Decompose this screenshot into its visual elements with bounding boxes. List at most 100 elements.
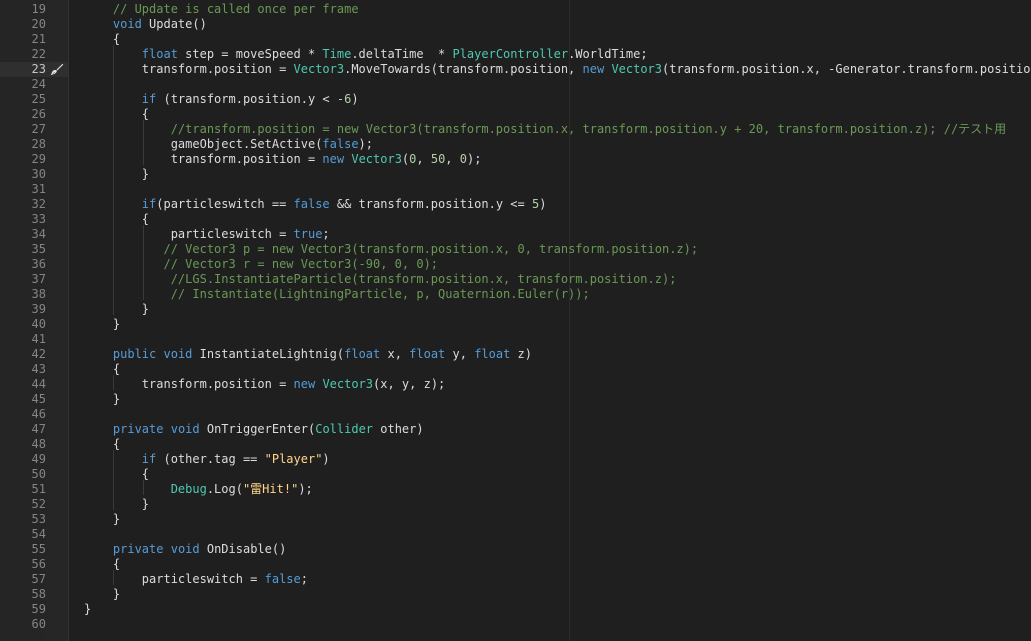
code-line[interactable]: 27 //transform.position = new Vector3(tr… xyxy=(0,122,1031,137)
code-line[interactable]: 40 } xyxy=(0,317,1031,332)
code-line[interactable]: 29 transform.position = new Vector3(0, 5… xyxy=(0,152,1031,167)
line-number: 52 xyxy=(31,497,46,511)
code-line[interactable]: 56 { xyxy=(0,557,1031,572)
code-line[interactable]: 21 { xyxy=(0,32,1031,47)
code-line[interactable]: 32 if(particleswitch == false && transfo… xyxy=(0,197,1031,212)
line-number: 43 xyxy=(31,362,46,376)
line-code: private void OnDisable() xyxy=(84,542,286,557)
line-number: 56 xyxy=(31,557,46,571)
line-code: } xyxy=(84,317,120,332)
line-code: //transform.position = new Vector3(trans… xyxy=(84,122,1006,137)
code-line[interactable]: 58 } xyxy=(0,587,1031,602)
code-line[interactable]: 24 xyxy=(0,77,1031,92)
code-token: , xyxy=(416,152,431,166)
code-line[interactable]: 23 transform.position = Vector3.MoveTowa… xyxy=(0,62,1031,77)
code-token: (transform.position.x, -Generator.transf… xyxy=(662,62,1031,76)
line-code: } xyxy=(84,302,149,317)
code-line[interactable]: 55 private void OnDisable() xyxy=(0,542,1031,557)
line-number: 34 xyxy=(31,227,46,241)
code-line[interactable]: 45 } xyxy=(0,392,1031,407)
code-line[interactable]: 48 { xyxy=(0,437,1031,452)
line-number: 50 xyxy=(31,467,46,481)
code-token: , xyxy=(445,152,460,166)
code-token: void xyxy=(112,17,142,31)
code-line[interactable]: 43 { xyxy=(0,362,1031,377)
code-token: ) xyxy=(351,92,359,106)
code-token: } xyxy=(84,602,92,616)
code-line[interactable]: 35 // Vector3 p = new Vector3(transform.… xyxy=(0,242,1031,257)
line-number: 48 xyxy=(31,437,46,451)
code-line[interactable]: 22 float step = moveSpeed * Time.deltaTi… xyxy=(0,47,1031,62)
code-line[interactable]: 51 Debug.Log("雷Hit!"); xyxy=(0,482,1031,497)
line-code: // Instantiate(LightningParticle, p, Qua… xyxy=(84,287,590,302)
code-token: { xyxy=(84,362,121,376)
code-line[interactable]: 52 } xyxy=(0,497,1031,512)
code-token: new xyxy=(582,62,605,76)
code-line[interactable]: 26 { xyxy=(0,107,1031,122)
code-token: -6 xyxy=(336,92,352,106)
line-number: 37 xyxy=(31,272,46,286)
code-line[interactable]: 41 xyxy=(0,332,1031,347)
line-number: 41 xyxy=(31,332,46,346)
code-line[interactable]: 50 { xyxy=(0,467,1031,482)
code-token: if xyxy=(141,197,157,211)
code-token: ; xyxy=(322,227,330,241)
code-line[interactable]: 60 xyxy=(0,617,1031,632)
code-line[interactable]: 37 //LGS.InstantiateParticle(transform.p… xyxy=(0,272,1031,287)
code-editor[interactable]: 19 // Update is called once per frame 20 … xyxy=(0,0,1031,641)
code-line[interactable]: 59} xyxy=(0,602,1031,617)
code-line[interactable]: 47 private void OnTriggerEnter(Collider … xyxy=(0,422,1031,437)
code-token: ; xyxy=(300,572,308,586)
line-code: if (transform.position.y < -6) xyxy=(84,92,359,107)
code-token: false xyxy=(293,197,330,211)
line-code: particleswitch = false; xyxy=(84,572,308,587)
code-token: Vector3 xyxy=(611,62,663,76)
line-code: float step = moveSpeed * Time.deltaTime … xyxy=(84,47,648,62)
line-number: 46 xyxy=(31,407,46,421)
code-token: && transform.position.y <= xyxy=(329,197,532,211)
line-number: 24 xyxy=(31,77,46,91)
line-number: 27 xyxy=(31,122,46,136)
code-line[interactable]: 33 { xyxy=(0,212,1031,227)
code-token: Vector3 xyxy=(322,377,374,391)
line-number: 54 xyxy=(31,527,46,541)
code-token: private xyxy=(112,542,164,556)
code-line[interactable]: 20 void Update() xyxy=(0,17,1031,32)
code-token: // Instantiate(LightningParticle, p, Qua… xyxy=(170,287,590,301)
code-token: { xyxy=(84,467,150,481)
line-code: } xyxy=(84,392,120,407)
code-line[interactable]: 36 // Vector3 r = new Vector3(-90, 0, 0)… xyxy=(0,257,1031,272)
line-code: { xyxy=(84,362,120,377)
code-line[interactable]: 46 xyxy=(0,407,1031,422)
code-token: void xyxy=(163,347,193,361)
code-token: new xyxy=(293,377,316,391)
code-line[interactable]: 42 public void InstantiateLightnig(float… xyxy=(0,347,1031,362)
line-code: private void OnTriggerEnter(Collider oth… xyxy=(84,422,424,437)
code-line[interactable]: 34 particleswitch = true; xyxy=(0,227,1031,242)
code-line[interactable]: 53 } xyxy=(0,512,1031,527)
code-token: particleswitch = xyxy=(84,227,294,241)
code-line[interactable]: 54 xyxy=(0,527,1031,542)
line-number: 42 xyxy=(31,347,46,361)
code-line[interactable]: 19 // Update is called once per frame xyxy=(0,2,1031,17)
line-number: 36 xyxy=(31,257,46,271)
code-line[interactable]: 28 gameObject.SetActive(false); xyxy=(0,137,1031,152)
line-code: } xyxy=(84,512,120,527)
line-code: // Vector3 p = new Vector3(transform.pos… xyxy=(84,242,698,257)
code-token: Vector3 xyxy=(293,62,345,76)
code-line[interactable]: 31 xyxy=(0,182,1031,197)
code-line[interactable]: 57 particleswitch = false; xyxy=(0,572,1031,587)
code-line[interactable]: 39 } xyxy=(0,302,1031,317)
code-line[interactable]: 49 if (other.tag == "Player") xyxy=(0,452,1031,467)
code-line[interactable]: 38 // Instantiate(LightningParticle, p, … xyxy=(0,287,1031,302)
code-token: transform.position = xyxy=(84,152,323,166)
code-line[interactable]: 25 if (transform.position.y < -6) xyxy=(0,92,1031,107)
code-line[interactable]: 44 transform.position = new Vector3(x, y… xyxy=(0,377,1031,392)
code-line[interactable]: 30 } xyxy=(0,167,1031,182)
